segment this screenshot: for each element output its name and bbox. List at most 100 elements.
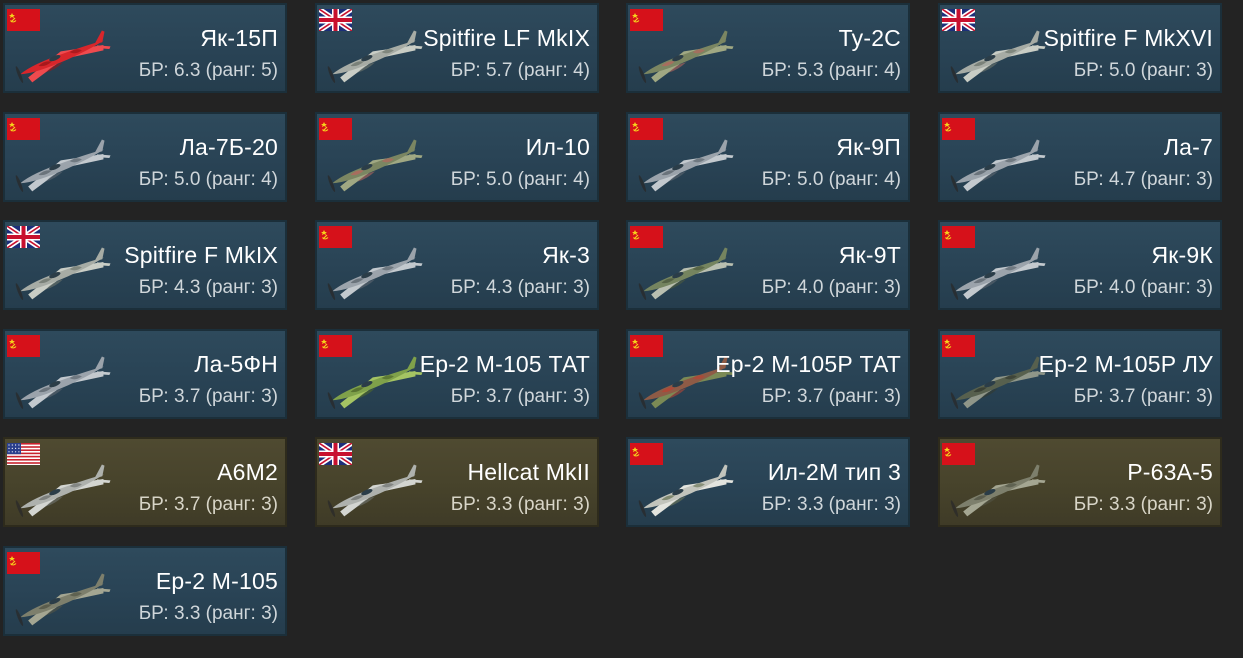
vehicle-card[interactable]: Ил-2М тип 3 БР: 3.3 (ранг: 3) — [626, 437, 910, 527]
vehicle-card[interactable]: Як-3 БР: 4.3 (ранг: 3) — [315, 220, 599, 310]
ussr-flag-icon — [7, 552, 40, 574]
battle-rating-label: БР: 3.3 (ранг: 3) — [761, 494, 901, 515]
vehicle-name: Ер-2 М-105Р ТАТ — [715, 351, 901, 377]
uk-flag-icon — [942, 9, 975, 31]
battle-rating-label: БР: 3.3 (ранг: 3) — [138, 603, 278, 624]
battle-rating-label: БР: 4.0 (ранг: 3) — [1073, 277, 1213, 298]
vehicle-card[interactable]: P-63A-5 БР: 3.3 (ранг: 3) — [938, 437, 1222, 527]
ussr-flag-icon — [630, 335, 663, 357]
ussr-flag-icon — [7, 118, 40, 140]
vehicle-name: Ер-2 М-105 — [155, 568, 278, 594]
vehicle-card[interactable]: Ер-2 М-105Р ТАТ БР: 3.7 (ранг: 3) — [626, 329, 910, 419]
uk-flag-icon — [319, 9, 352, 31]
vehicle-name: Як-3 — [542, 242, 590, 268]
vehicle-card[interactable]: Ла-7Б-20 БР: 5.0 (ранг: 4) — [3, 112, 287, 202]
vehicle-name: Spitfire F MkIX — [124, 242, 278, 268]
aircraft-image — [15, 247, 111, 300]
vehicle-card[interactable]: A6M2 БР: 3.7 (ранг: 3) — [3, 437, 287, 527]
aircraft-image — [15, 139, 111, 192]
vehicle-card[interactable]: Ер-2 М-105Р ЛУ БР: 3.7 (ранг: 3) — [938, 329, 1222, 419]
vehicle-card[interactable]: Ил-10 БР: 5.0 (ранг: 4) — [315, 112, 599, 202]
vehicle-name: Spitfire F MkXVI — [1043, 25, 1213, 51]
ussr-flag-icon — [319, 118, 352, 140]
battle-rating-label: БР: 5.0 (ранг: 3) — [1073, 60, 1213, 81]
vehicle-name: Ла-7Б-20 — [179, 134, 278, 160]
vehicle-name: Ил-2М тип 3 — [767, 459, 901, 485]
vehicle-name: Ер-2 М-105 ТАТ — [419, 351, 590, 377]
vehicle-card[interactable]: Ер-2 М-105 БР: 3.3 (ранг: 3) — [3, 546, 287, 636]
vehicle-name: Ер-2 М-105Р ЛУ — [1038, 351, 1213, 377]
battle-rating-label: БР: 3.7 (ранг: 3) — [761, 386, 901, 407]
vehicle-name: Ил-10 — [525, 134, 590, 160]
vehicle-name: Як-15П — [200, 25, 278, 51]
vehicle-card[interactable]: Hellcat MkII БР: 3.3 (ранг: 3) — [315, 437, 599, 527]
aircraft-image — [638, 247, 734, 300]
ussr-flag-icon — [942, 226, 975, 248]
vehicle-card[interactable]: Spitfire F MkXVI БР: 5.0 (ранг: 3) — [938, 3, 1222, 93]
vehicle-name: Hellcat MkII — [467, 459, 590, 485]
vehicle-card[interactable]: Spitfire F MkIX БР: 4.3 (ранг: 3) — [3, 220, 287, 310]
battle-rating-label: БР: 3.7 (ранг: 3) — [138, 494, 278, 515]
battle-rating-label: БР: 3.3 (ранг: 3) — [1073, 494, 1213, 515]
ussr-flag-icon — [942, 335, 975, 357]
ussr-flag-icon — [319, 335, 352, 357]
aircraft-image — [327, 356, 423, 409]
vehicle-name: Як-9Т — [838, 242, 901, 268]
ussr-flag-icon — [630, 118, 663, 140]
uk-flag-icon — [319, 443, 352, 465]
aircraft-image — [327, 139, 423, 192]
battle-rating-label: БР: 3.7 (ранг: 3) — [450, 386, 590, 407]
aircraft-image — [950, 30, 1046, 83]
battle-rating-label: БР: 5.0 (ранг: 4) — [450, 169, 590, 190]
ussr-flag-icon — [942, 118, 975, 140]
battle-rating-label: БР: 6.3 (ранг: 5) — [138, 60, 278, 81]
battle-rating-label: БР: 5.7 (ранг: 4) — [450, 60, 590, 81]
vehicle-name: Ла-7 — [1163, 134, 1213, 160]
aircraft-image — [15, 356, 111, 409]
vehicle-grid: Як-15П БР: 6.3 (ранг: 5) Spitfire LF MkIX Б… — [0, 0, 1243, 658]
aircraft-image — [327, 247, 423, 300]
battle-rating-label: БР: 5.0 (ранг: 4) — [761, 169, 901, 190]
vehicle-card[interactable]: Spitfire LF MkIX БР: 5.7 (ранг: 4) — [315, 3, 599, 93]
vehicle-name: Як-9П — [836, 134, 901, 160]
aircraft-image — [638, 464, 734, 517]
vehicle-name: Spitfire LF MkIX — [423, 25, 590, 51]
vehicle-card[interactable]: Як-9П БР: 5.0 (ранг: 4) — [626, 112, 910, 202]
uk-flag-icon — [7, 226, 40, 248]
ussr-flag-icon — [7, 335, 40, 357]
battle-rating-label: БР: 4.3 (ранг: 3) — [138, 277, 278, 298]
vehicle-card[interactable]: Ер-2 М-105 ТАТ БР: 3.7 (ранг: 3) — [315, 329, 599, 419]
aircraft-image — [15, 30, 111, 83]
usa-flag-icon — [7, 443, 40, 465]
battle-rating-label: БР: 5.3 (ранг: 4) — [761, 60, 901, 81]
aircraft-image — [15, 464, 111, 517]
ussr-flag-icon — [319, 226, 352, 248]
vehicle-card[interactable]: Ла-5ФН БР: 3.7 (ранг: 3) — [3, 329, 287, 419]
vehicle-card[interactable]: Як-9Т БР: 4.0 (ранг: 3) — [626, 220, 910, 310]
vehicle-name: Ту-2С — [838, 25, 901, 51]
battle-rating-label: БР: 4.3 (ранг: 3) — [450, 277, 590, 298]
aircraft-image — [15, 573, 111, 626]
battle-rating-label: БР: 3.3 (ранг: 3) — [450, 494, 590, 515]
aircraft-image — [950, 247, 1046, 300]
vehicle-card[interactable]: Ла-7 БР: 4.7 (ранг: 3) — [938, 112, 1222, 202]
vehicle-name: P-63A-5 — [1127, 459, 1213, 485]
battle-rating-label: БР: 4.7 (ранг: 3) — [1073, 169, 1213, 190]
vehicle-name: Ла-5ФН — [194, 351, 278, 377]
aircraft-image — [638, 30, 734, 83]
ussr-flag-icon — [7, 9, 40, 31]
battle-rating-label: БР: 3.7 (ранг: 3) — [1073, 386, 1213, 407]
aircraft-image — [327, 464, 423, 517]
aircraft-image — [950, 356, 1046, 409]
battle-rating-label: БР: 3.7 (ранг: 3) — [138, 386, 278, 407]
vehicle-name: Як-9К — [1151, 242, 1213, 268]
ussr-flag-icon — [630, 9, 663, 31]
vehicle-card[interactable]: Як-9К БР: 4.0 (ранг: 3) — [938, 220, 1222, 310]
ussr-flag-icon — [630, 226, 663, 248]
aircraft-image — [327, 30, 423, 83]
vehicle-card[interactable]: Ту-2С БР: 5.3 (ранг: 4) — [626, 3, 910, 93]
aircraft-image — [950, 464, 1046, 517]
vehicle-card[interactable]: Як-15П БР: 6.3 (ранг: 5) — [3, 3, 287, 93]
ussr-flag-icon — [630, 443, 663, 465]
aircraft-image — [638, 139, 734, 192]
